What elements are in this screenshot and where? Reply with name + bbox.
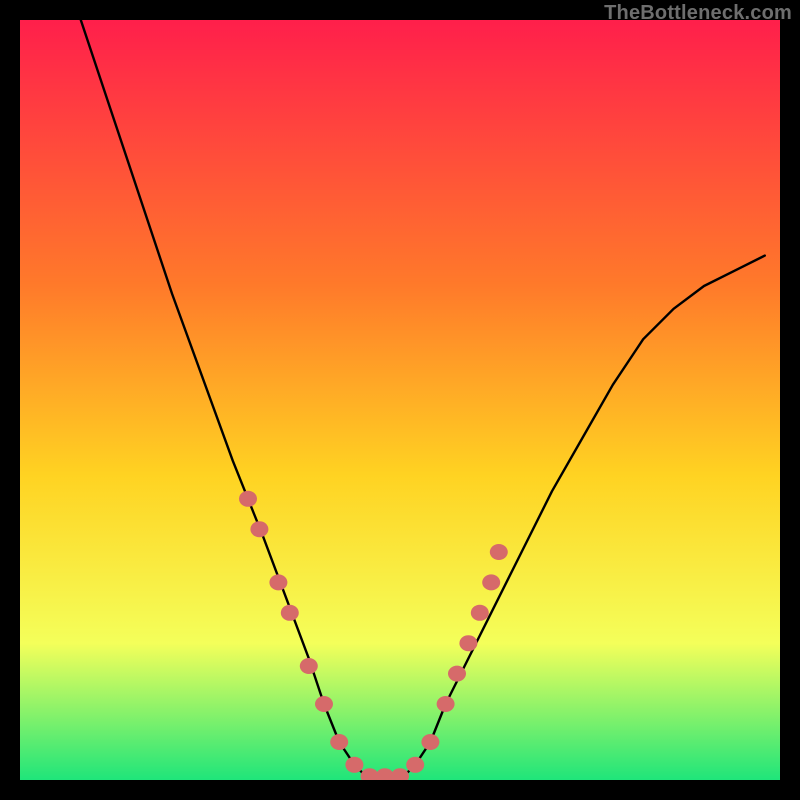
watermark-text: TheBottleneck.com <box>604 2 792 25</box>
data-marker <box>250 521 268 537</box>
data-marker <box>421 734 439 750</box>
data-marker <box>406 757 424 773</box>
data-marker <box>239 491 257 507</box>
data-marker <box>315 696 333 712</box>
data-marker <box>269 574 287 590</box>
data-marker <box>482 574 500 590</box>
chart-frame <box>20 20 780 780</box>
data-marker <box>448 666 466 682</box>
gradient-background <box>20 20 780 780</box>
data-marker <box>345 757 363 773</box>
data-marker <box>471 605 489 621</box>
data-marker <box>459 635 477 651</box>
bottleneck-chart <box>20 20 780 780</box>
data-marker <box>330 734 348 750</box>
data-marker <box>300 658 318 674</box>
data-marker <box>490 544 508 560</box>
data-marker <box>437 696 455 712</box>
data-marker <box>281 605 299 621</box>
